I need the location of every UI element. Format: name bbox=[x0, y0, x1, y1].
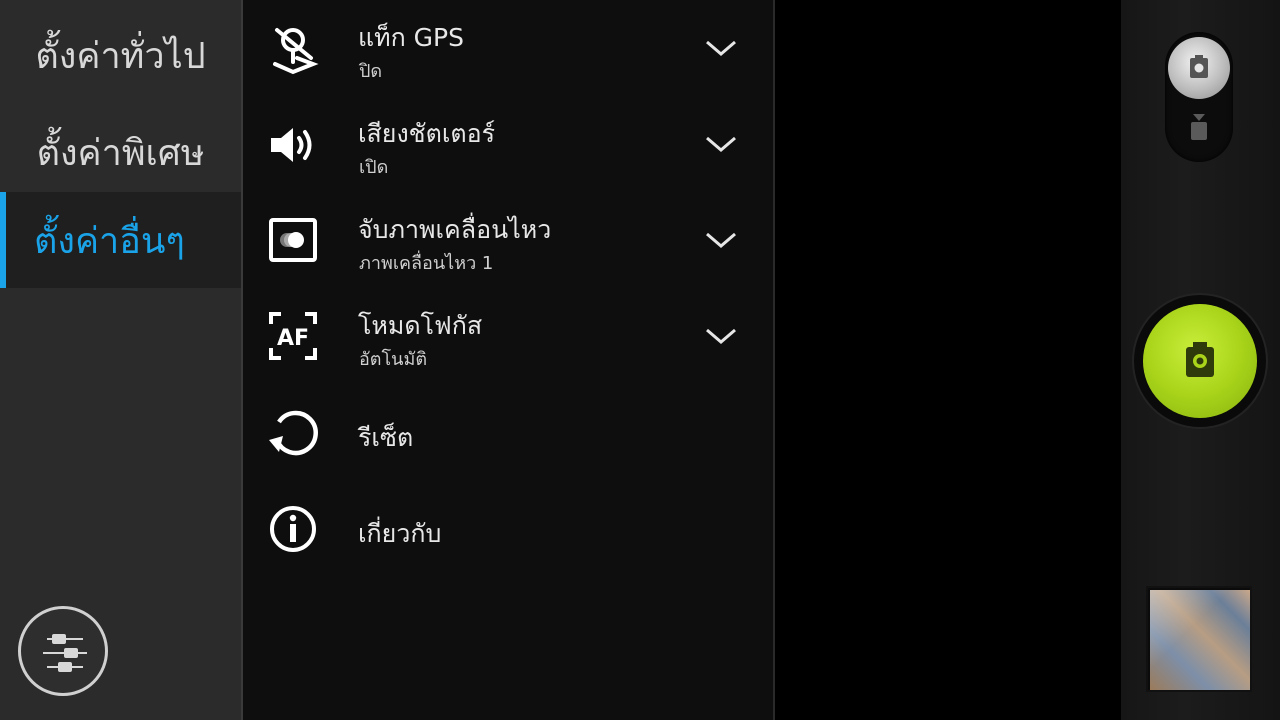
setting-title: แท็ก GPS bbox=[358, 23, 464, 52]
camera-icon bbox=[1186, 342, 1214, 377]
chevron-down-icon[interactable] bbox=[703, 228, 739, 252]
camera-icon bbox=[1190, 55, 1208, 78]
setting-row-motion-capture[interactable]: จับภาพเคลื่อนไหว ภาพเคลื่อนไหว 1 bbox=[243, 192, 773, 288]
settings-tabs: ตั้งค่าทั่วไป ตั้งค่าพิเศษ ตั้งค่าอื่นๆ bbox=[0, 0, 241, 720]
svg-text:AF: AF bbox=[277, 326, 309, 351]
setting-value: ปิด bbox=[359, 61, 383, 82]
tab-label: ตั้งค่าพิเศษ bbox=[36, 132, 205, 174]
setting-row-about[interactable]: เกี่ยวกับ bbox=[243, 480, 773, 576]
motion-capture-icon bbox=[269, 218, 317, 262]
settings-menu-button[interactable] bbox=[18, 606, 108, 696]
tab-other-settings[interactable]: ตั้งค่าอื่นๆ bbox=[0, 192, 241, 288]
setting-row-shutter-sound[interactable]: เสียงชัตเตอร์ เปิด bbox=[243, 96, 773, 192]
tab-label: ตั้งค่าอื่นๆ bbox=[34, 220, 185, 262]
setting-title: จับภาพเคลื่อนไหว bbox=[358, 215, 552, 244]
settings-list: แท็ก GPS ปิด เสียงชัตเตอร์ เปิด จับภาพเค… bbox=[243, 0, 773, 720]
tab-label: ตั้งค่าทั่วไป bbox=[35, 35, 206, 77]
speaker-icon bbox=[271, 128, 312, 162]
shutter-button-ring bbox=[1134, 295, 1266, 427]
af-focus-icon: AF bbox=[269, 312, 317, 360]
setting-row-focus-mode[interactable]: AF โหมดโฟกัส อัตโนมัติ bbox=[243, 288, 773, 384]
camera-control-panel bbox=[1121, 0, 1280, 720]
divider bbox=[773, 0, 775, 720]
shutter-button[interactable] bbox=[1143, 304, 1257, 418]
setting-title: โหมดโฟกัส bbox=[358, 311, 483, 340]
chevron-down-icon[interactable] bbox=[703, 132, 739, 156]
setting-row-gps-tag[interactable]: แท็ก GPS ปิด bbox=[243, 0, 773, 96]
photo-video-mode-switch[interactable] bbox=[1165, 32, 1233, 162]
active-tab-indicator bbox=[0, 192, 6, 288]
gallery-thumbnail[interactable] bbox=[1146, 586, 1252, 692]
tab-general-settings[interactable]: ตั้งค่าทั่วไป bbox=[0, 7, 241, 103]
setting-title: เสียงชัตเตอร์ bbox=[358, 119, 496, 148]
reset-icon bbox=[269, 410, 318, 456]
setting-value: เปิด bbox=[359, 157, 389, 178]
setting-value: ภาพเคลื่อนไหว 1 bbox=[359, 253, 494, 274]
chevron-down-icon[interactable] bbox=[703, 36, 739, 60]
video-camera-icon bbox=[1191, 114, 1207, 140]
last-photo-preview bbox=[1150, 590, 1250, 690]
chevron-down-icon[interactable] bbox=[703, 324, 739, 348]
setting-title: เกี่ยวกับ bbox=[358, 519, 442, 548]
sliders-icon bbox=[43, 634, 87, 672]
info-icon bbox=[270, 506, 316, 552]
setting-title: รีเซ็ต bbox=[358, 423, 414, 452]
tab-advanced-settings[interactable]: ตั้งค่าพิเศษ bbox=[0, 104, 241, 200]
mode-switch-knob[interactable] bbox=[1168, 37, 1230, 99]
setting-value: อัตโนมัติ bbox=[359, 349, 428, 370]
setting-row-reset[interactable]: รีเซ็ต bbox=[243, 384, 773, 480]
gps-off-icon bbox=[273, 28, 319, 75]
